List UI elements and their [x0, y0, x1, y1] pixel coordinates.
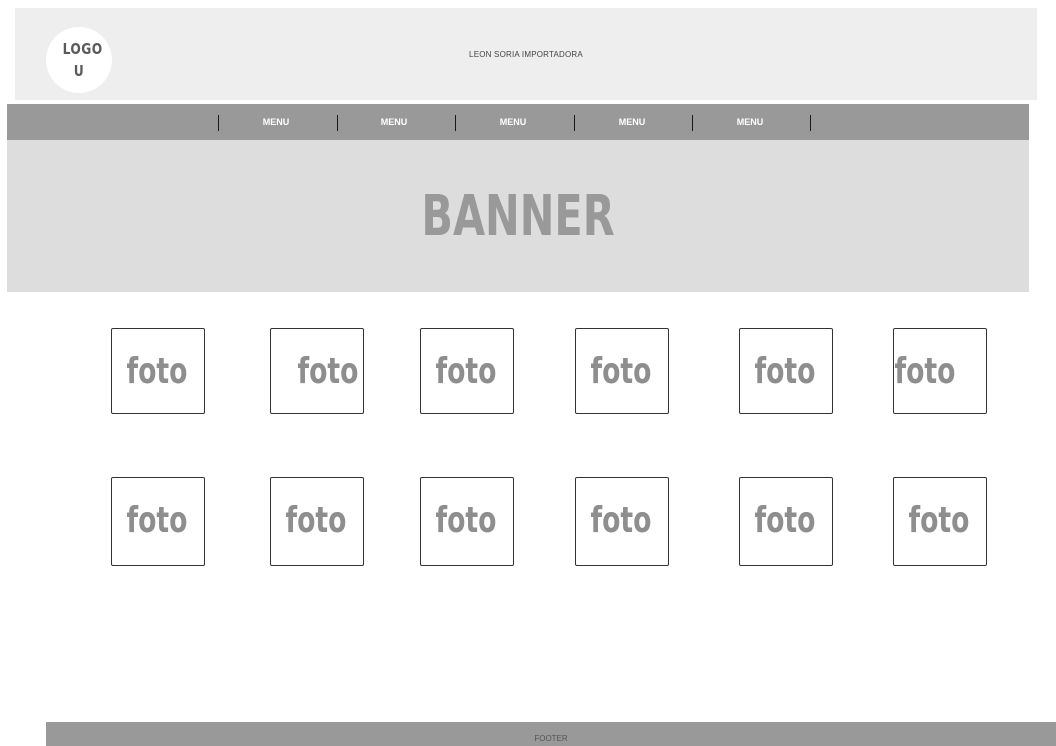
photo-tile[interactable]: foto [739, 477, 833, 566]
site-footer: FOOTER [46, 722, 1056, 746]
menu-separator [218, 115, 219, 131]
photo-placeholder-label: foto [590, 351, 652, 392]
site-header: LOGO U LEON SORIA IMPORTADORA [15, 8, 1037, 100]
photo-tile[interactable]: foto [575, 328, 669, 414]
logo[interactable]: LOGO U [46, 27, 112, 93]
photo-placeholder-label: foto [435, 500, 497, 541]
photo-tile[interactable]: foto [111, 477, 205, 566]
photo-tile[interactable]: foto [575, 477, 669, 566]
menu-separator [810, 115, 811, 131]
menu-separator [455, 115, 456, 131]
banner: BANNER [7, 140, 1029, 292]
menu-item-3[interactable]: MENU [483, 117, 543, 127]
logo-text: LOGO U [62, 40, 103, 80]
banner-text: BANNER [421, 184, 615, 249]
photo-placeholder-label: foto [590, 500, 652, 541]
photo-placeholder-label: foto [754, 351, 816, 392]
photo-tile[interactable]: foto [111, 328, 205, 414]
photo-placeholder-label: foto [285, 500, 347, 541]
menu-item-1[interactable]: MENU [246, 117, 306, 127]
photo-tile[interactable]: foto [893, 477, 987, 566]
menu-item-2[interactable]: MENU [364, 117, 424, 127]
photo-tile[interactable]: foto [739, 328, 833, 414]
photo-placeholder-label: foto [126, 351, 188, 392]
footer-text: FOOTER [534, 734, 568, 743]
main-navigation: MENU MENU MENU MENU MENU [7, 104, 1029, 140]
photo-tile[interactable]: foto [420, 477, 514, 566]
menu-separator [574, 115, 575, 131]
photo-placeholder-label: foto [754, 500, 816, 541]
menu-separator [337, 115, 338, 131]
menu-separator [692, 115, 693, 131]
photo-tile[interactable]: foto [420, 328, 514, 414]
menu-item-5[interactable]: MENU [720, 117, 780, 127]
photo-tile[interactable]: foto [270, 328, 364, 414]
photo-placeholder-label: foto [908, 500, 970, 541]
photo-placeholder-label: foto [297, 351, 359, 392]
company-name: LEON SORIA IMPORTADORA [469, 50, 583, 59]
photo-tile[interactable]: foto [270, 477, 364, 566]
photo-placeholder-label: foto [435, 351, 497, 392]
menu-item-4[interactable]: MENU [602, 117, 662, 127]
photo-tile[interactable]: foto [893, 328, 987, 414]
photo-placeholder-label: foto [126, 500, 188, 541]
photo-placeholder-label: foto [894, 351, 956, 392]
